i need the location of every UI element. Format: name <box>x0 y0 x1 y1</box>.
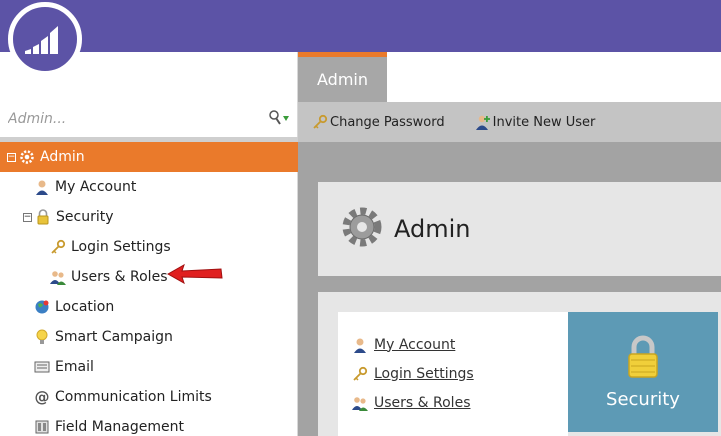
lightbulb-icon <box>34 329 50 345</box>
my-account-link[interactable]: My Account <box>374 337 455 353</box>
field-management-icon <box>34 419 50 435</box>
search-row <box>0 104 298 134</box>
collapse-icon[interactable]: − <box>23 212 32 222</box>
tile-label: Security <box>606 388 680 410</box>
users-roles-link[interactable]: Users & Roles <box>374 395 470 411</box>
tree-label: Login Settings <box>71 239 171 255</box>
tree-item-communication-limits[interactable]: @ Communication Limits <box>0 382 298 412</box>
users-icon <box>352 395 368 411</box>
security-tile[interactable]: Security <box>568 312 718 432</box>
gear-icon <box>19 149 35 165</box>
tab-admin[interactable]: Admin <box>298 52 387 102</box>
search-input[interactable] <box>8 111 248 127</box>
button-label: Change Password <box>330 114 445 130</box>
globe-icon <box>34 299 50 315</box>
security-links: My Account Login Settings Users & Roles <box>338 312 568 436</box>
tree-label: Security <box>56 209 114 225</box>
tree-item-my-account[interactable]: My Account <box>0 172 298 202</box>
users-icon <box>50 269 66 285</box>
invite-new-user-button[interactable]: Invite New User <box>475 114 596 130</box>
tree-item-security[interactable]: − Security <box>0 202 298 232</box>
key-icon <box>312 114 328 130</box>
tree-label: Users & Roles <box>71 269 168 285</box>
tree-label: Admin <box>40 149 85 165</box>
at-sign-icon: @ <box>34 388 50 406</box>
tree-label: Email <box>55 359 94 375</box>
gear-icon <box>340 205 384 253</box>
tree-item-smart-campaign[interactable]: Smart Campaign <box>0 322 298 352</box>
change-password-button[interactable]: Change Password <box>312 114 445 130</box>
lock-icon <box>35 209 51 225</box>
tree-item-admin[interactable]: − Admin <box>0 142 298 172</box>
login-settings-link[interactable]: Login Settings <box>374 366 474 382</box>
link-row: Users & Roles <box>352 388 568 417</box>
tree-label: My Account <box>55 179 137 195</box>
tree-item-location[interactable]: Location <box>0 292 298 322</box>
filter-icon[interactable] <box>268 110 290 126</box>
toolbar: Change Password Invite New User <box>298 102 721 142</box>
admin-header-panel: Admin <box>318 182 721 276</box>
add-user-icon <box>475 114 491 130</box>
collapse-icon[interactable]: − <box>7 152 16 162</box>
annotation-arrow-icon <box>166 263 223 285</box>
tree-item-users-roles[interactable]: Users & Roles <box>0 262 298 292</box>
button-label: Invite New User <box>492 114 596 130</box>
tree-item-login-settings[interactable]: Login Settings <box>0 232 298 262</box>
person-icon <box>352 337 368 353</box>
person-icon <box>34 179 50 195</box>
email-icon <box>34 359 50 375</box>
logo[interactable] <box>8 2 82 76</box>
tree-label: Location <box>55 299 115 315</box>
marketo-logo-icon <box>25 26 58 54</box>
key-icon <box>50 239 66 255</box>
tab-label: Admin <box>317 70 368 89</box>
tree-label: Communication Limits <box>55 389 212 405</box>
tree-item-field-management[interactable]: Field Management <box>0 412 298 436</box>
lock-icon <box>626 335 660 383</box>
top-bar <box>0 0 721 52</box>
tree-label: Field Management <box>55 419 184 435</box>
page-title: Admin <box>394 215 471 243</box>
key-icon <box>352 366 368 382</box>
tree-item-email[interactable]: Email <box>0 352 298 382</box>
tree-label: Smart Campaign <box>55 329 173 345</box>
link-row: Login Settings <box>352 359 568 388</box>
link-row: My Account <box>352 330 568 359</box>
